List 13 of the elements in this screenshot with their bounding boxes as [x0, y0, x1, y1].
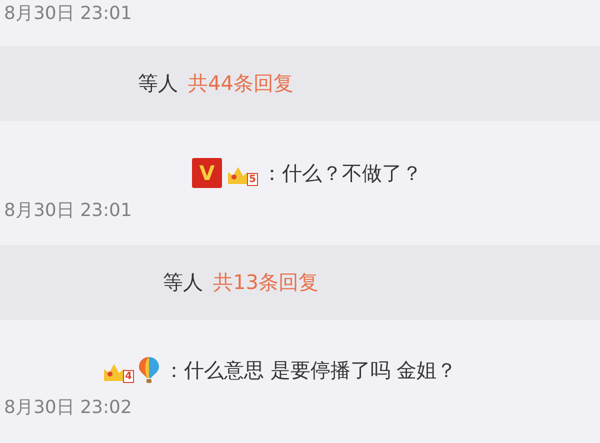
replies-bar[interactable]: 等人 共13条回复: [0, 245, 600, 320]
reply-users: 等人: [163, 269, 203, 296]
reply-users: 等人: [138, 70, 178, 97]
vip-badge: V: [192, 158, 222, 188]
hot-air-balloon-icon: [138, 356, 160, 384]
comment-time: 8月30日 23:02: [3, 396, 132, 420]
crown-level-badge: 4: [102, 357, 134, 383]
comment-time: 8月30日 23:01: [3, 2, 132, 26]
comment-text: ：什么意思 是要停播了吗 金姐？: [164, 356, 457, 384]
comment-text: ：什么？不做了？: [262, 160, 422, 186]
crown-level-badge: 5: [226, 160, 258, 186]
replies-bar[interactable]: 等人 共44条回复: [0, 46, 600, 121]
comment-time: 8月30日 23:01: [3, 199, 132, 223]
